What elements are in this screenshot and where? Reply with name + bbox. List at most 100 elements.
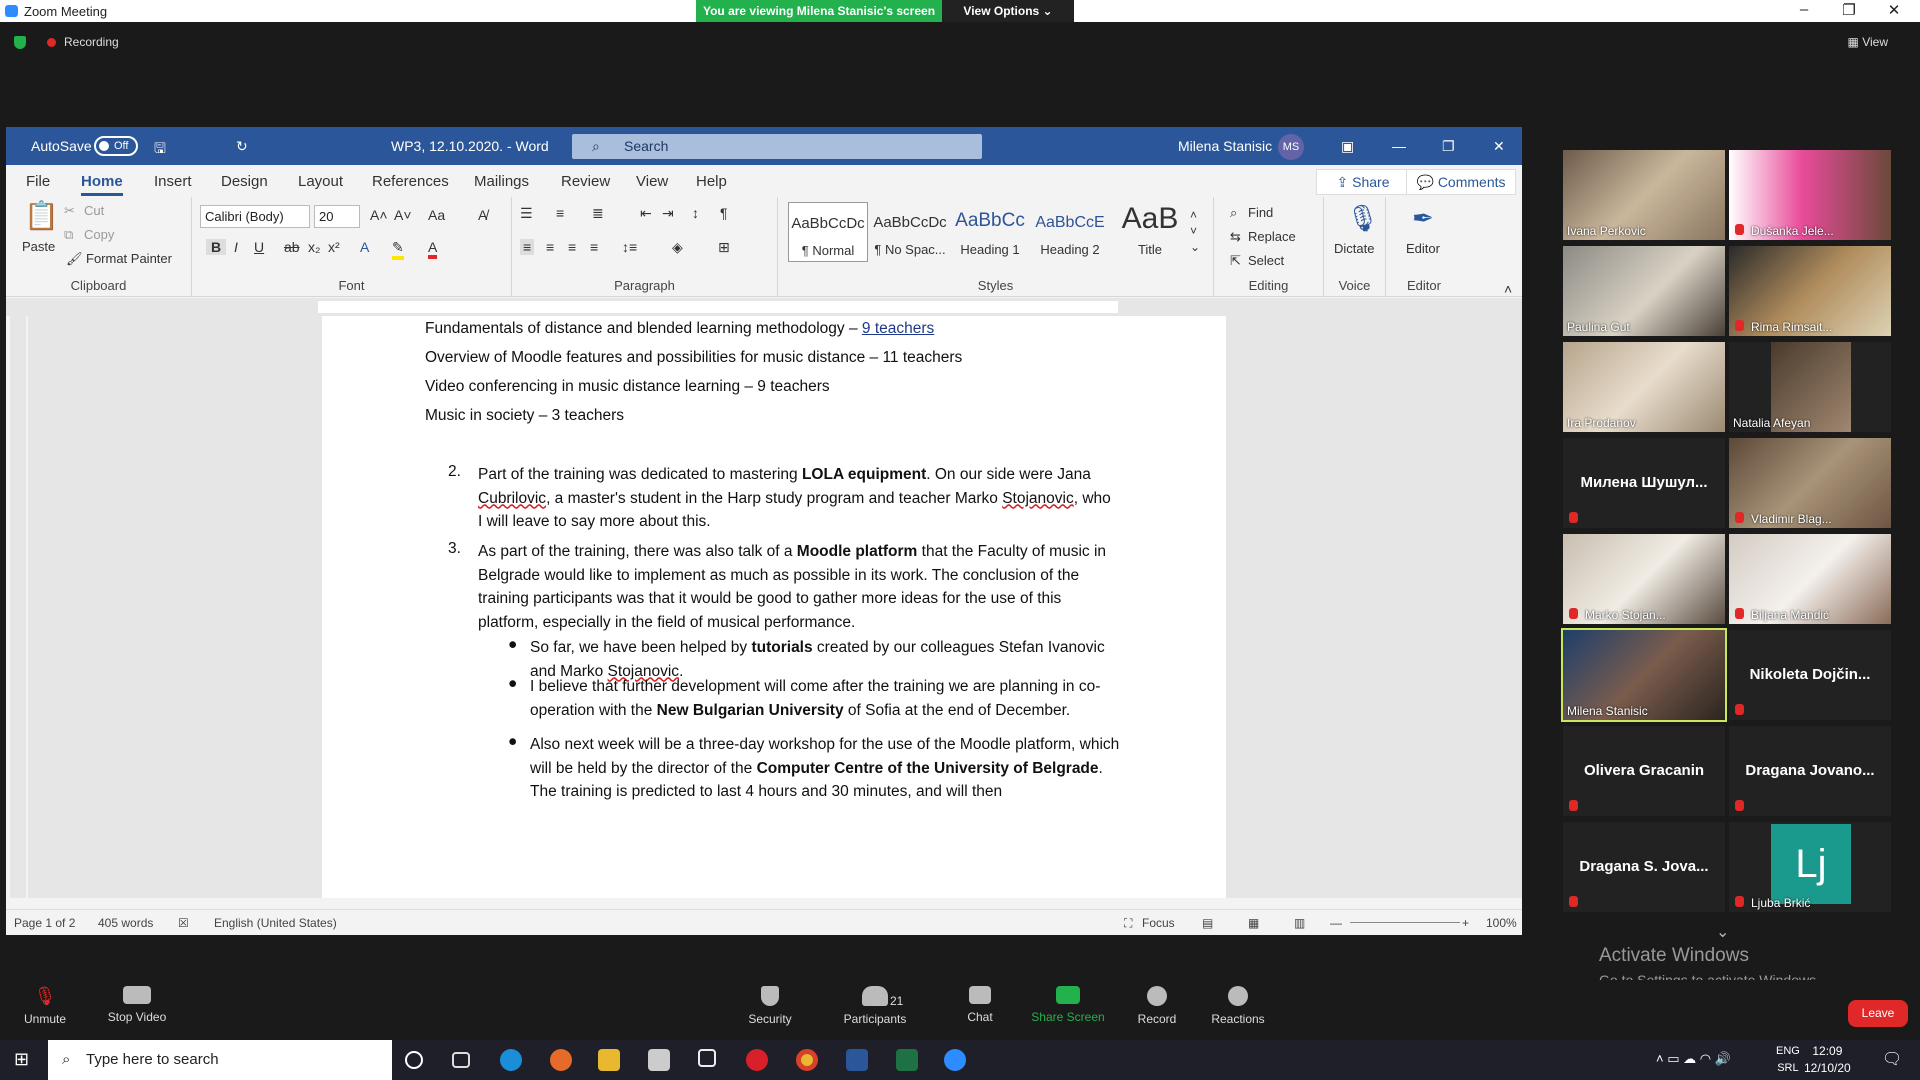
subscript-icon[interactable]: x₂ (308, 239, 320, 255)
strikethrough-icon[interactable]: ab (284, 239, 300, 255)
zoom-out-icon[interactable]: — (1330, 916, 1342, 930)
view-options-button[interactable]: View Options ⌄ (942, 0, 1074, 22)
word-restore-icon[interactable]: ❐ (1442, 138, 1455, 155)
participant-tile[interactable]: Olivera Gracanin (1563, 726, 1725, 816)
security-button[interactable]: Security (725, 980, 815, 1026)
style-heading-1[interactable]: AaBbCc Heading 1 (950, 202, 1030, 262)
chrome-icon[interactable] (796, 1049, 818, 1071)
justify-icon[interactable]: ≡ (590, 239, 598, 255)
input-language[interactable]: ENG SRL (1776, 1043, 1800, 1077)
show-marks-icon[interactable]: ¶ (720, 205, 728, 221)
redo-icon[interactable]: ↻ (236, 138, 248, 155)
store-icon[interactable] (648, 1049, 670, 1071)
participant-tile[interactable]: Natalia Afeyan (1729, 342, 1891, 432)
file-explorer-icon[interactable] (598, 1049, 620, 1071)
focus-button[interactable]: Focus (1142, 916, 1175, 930)
view-button[interactable]: ▦ View (1848, 35, 1888, 49)
chat-button[interactable]: Chat (935, 980, 1025, 1024)
numbering-icon[interactable]: ≡ (556, 205, 564, 221)
taskbar-clock[interactable]: 12:09 12/10/20 (1804, 1043, 1851, 1077)
italic-icon[interactable]: I (234, 239, 238, 255)
increase-indent-icon[interactable]: ⇥ (662, 205, 674, 222)
share-button[interactable]: ⇪ Share (1316, 169, 1410, 195)
word-icon[interactable] (846, 1049, 868, 1071)
stop-video-button[interactable]: Stop Video (92, 980, 182, 1024)
decrease-indent-icon[interactable]: ⇤ (640, 205, 652, 222)
windows-start-icon[interactable]: ⊞ (14, 1049, 29, 1070)
record-button[interactable]: Record (1112, 980, 1202, 1026)
tab-help[interactable]: Help (696, 173, 727, 190)
style-normal[interactable]: AaBbCcDc ¶ Normal (788, 202, 868, 262)
find-button[interactable]: Find (1248, 205, 1273, 220)
collapse-ribbon-icon[interactable]: ˄ (1504, 281, 1512, 297)
minimize-icon[interactable]: – (1790, 1, 1818, 18)
select-button[interactable]: Select (1248, 253, 1284, 268)
word-search-input[interactable]: ⌕ Search (572, 134, 982, 159)
edge-icon[interactable] (500, 1049, 522, 1071)
participant-tile[interactable]: Marko Stojan... (1563, 534, 1725, 624)
replace-button[interactable]: Replace (1248, 229, 1296, 244)
sort-icon[interactable]: ↕ (692, 205, 699, 221)
style-no-spacing[interactable]: AaBbCcDc ¶ No Spac... (870, 202, 950, 262)
firefox-icon[interactable] (550, 1049, 572, 1071)
underline-icon[interactable]: U (254, 239, 264, 255)
style-title[interactable]: AaB Title (1110, 202, 1190, 262)
read-mode-icon[interactable]: ▤ (1202, 916, 1213, 930)
clear-formatting-icon[interactable]: A̸ (478, 207, 487, 223)
participant-tile-active-speaker[interactable]: Milena Stanisic (1561, 628, 1727, 722)
excel-icon[interactable] (896, 1049, 918, 1071)
cut-button[interactable]: Cut (84, 203, 104, 218)
shrink-font-icon[interactable]: A˅ (394, 207, 412, 223)
opera-icon[interactable] (746, 1049, 768, 1071)
comments-button[interactable]: 💬 Comments (1406, 169, 1516, 195)
word-minimize-icon[interactable]: — (1392, 138, 1406, 154)
tab-review[interactable]: Review (561, 173, 610, 190)
bullets-icon[interactable]: ☰ (520, 205, 533, 222)
participant-tile[interactable]: Dragana Jovano... (1729, 726, 1891, 816)
line-spacing-icon[interactable]: ↕≡ (622, 239, 637, 255)
change-case-icon[interactable]: Aa (428, 207, 445, 223)
tab-layout[interactable]: Layout (298, 173, 343, 190)
font-size-select[interactable]: 20 (314, 205, 360, 228)
dictate-button[interactable]: Dictate (1334, 241, 1374, 256)
participant-tile[interactable]: Rima Rimsait... (1729, 246, 1891, 336)
document-page[interactable]: Fundamentals of distance and blended lea… (322, 316, 1226, 898)
shading-icon[interactable]: ◈ (672, 239, 683, 256)
print-layout-icon[interactable]: ▦ (1248, 916, 1259, 930)
align-right-icon[interactable]: ≡ (568, 239, 576, 255)
save-icon[interactable]: 🖫 (154, 138, 166, 162)
zoom-level[interactable]: 100% (1486, 916, 1517, 930)
participant-tile[interactable]: Paulina Gut (1563, 246, 1725, 336)
bold-icon[interactable]: B (206, 239, 227, 255)
grow-font-icon[interactable]: A˄ (370, 207, 388, 223)
task-view-icon[interactable] (452, 1052, 470, 1068)
tab-insert[interactable]: Insert (154, 173, 192, 190)
paste-icon[interactable]: 📋 (24, 199, 59, 232)
copy-button[interactable]: Copy (84, 227, 114, 242)
tab-view[interactable]: View (636, 173, 668, 190)
system-tray-icons[interactable]: ˄ ▭ ☁ ◠ 🔊 (1656, 1051, 1731, 1067)
align-center-icon[interactable]: ≡ (546, 239, 554, 255)
tab-file[interactable]: File (26, 173, 50, 190)
align-left-icon[interactable]: ≡ (520, 239, 535, 255)
tab-design[interactable]: Design (221, 173, 268, 190)
font-name-select[interactable]: Calibri (Body) (200, 205, 310, 228)
participant-tile[interactable]: Dušanka Jele... (1729, 150, 1891, 240)
recording-label[interactable]: Recording (64, 35, 119, 49)
participant-tile[interactable]: Nikoleta Dojčin... (1729, 630, 1891, 720)
format-painter-button[interactable]: Format Painter (86, 251, 172, 266)
microphone-icon[interactable]: 🎙 (1346, 203, 1379, 234)
style-heading-2[interactable]: AaBbCcE Heading 2 (1030, 202, 1110, 262)
paste-button[interactable]: Paste (22, 239, 55, 254)
reactions-button[interactable]: Reactions (1193, 980, 1283, 1026)
participant-tile[interactable]: Dragana S. Jova... (1563, 822, 1725, 912)
multilevel-list-icon[interactable]: ≣ (592, 205, 604, 222)
tab-references[interactable]: References (372, 173, 449, 190)
tab-home[interactable]: Home (81, 173, 123, 196)
tab-mailings[interactable]: Mailings (474, 173, 529, 190)
proofing-icon[interactable]: ☒ (178, 916, 189, 930)
zoom-taskbar-icon[interactable] (944, 1049, 966, 1071)
autosave-toggle[interactable]: Off (94, 136, 138, 156)
unmute-button[interactable]: 🎙 Unmute (0, 980, 90, 1026)
language-status[interactable]: English (United States) (214, 916, 337, 930)
